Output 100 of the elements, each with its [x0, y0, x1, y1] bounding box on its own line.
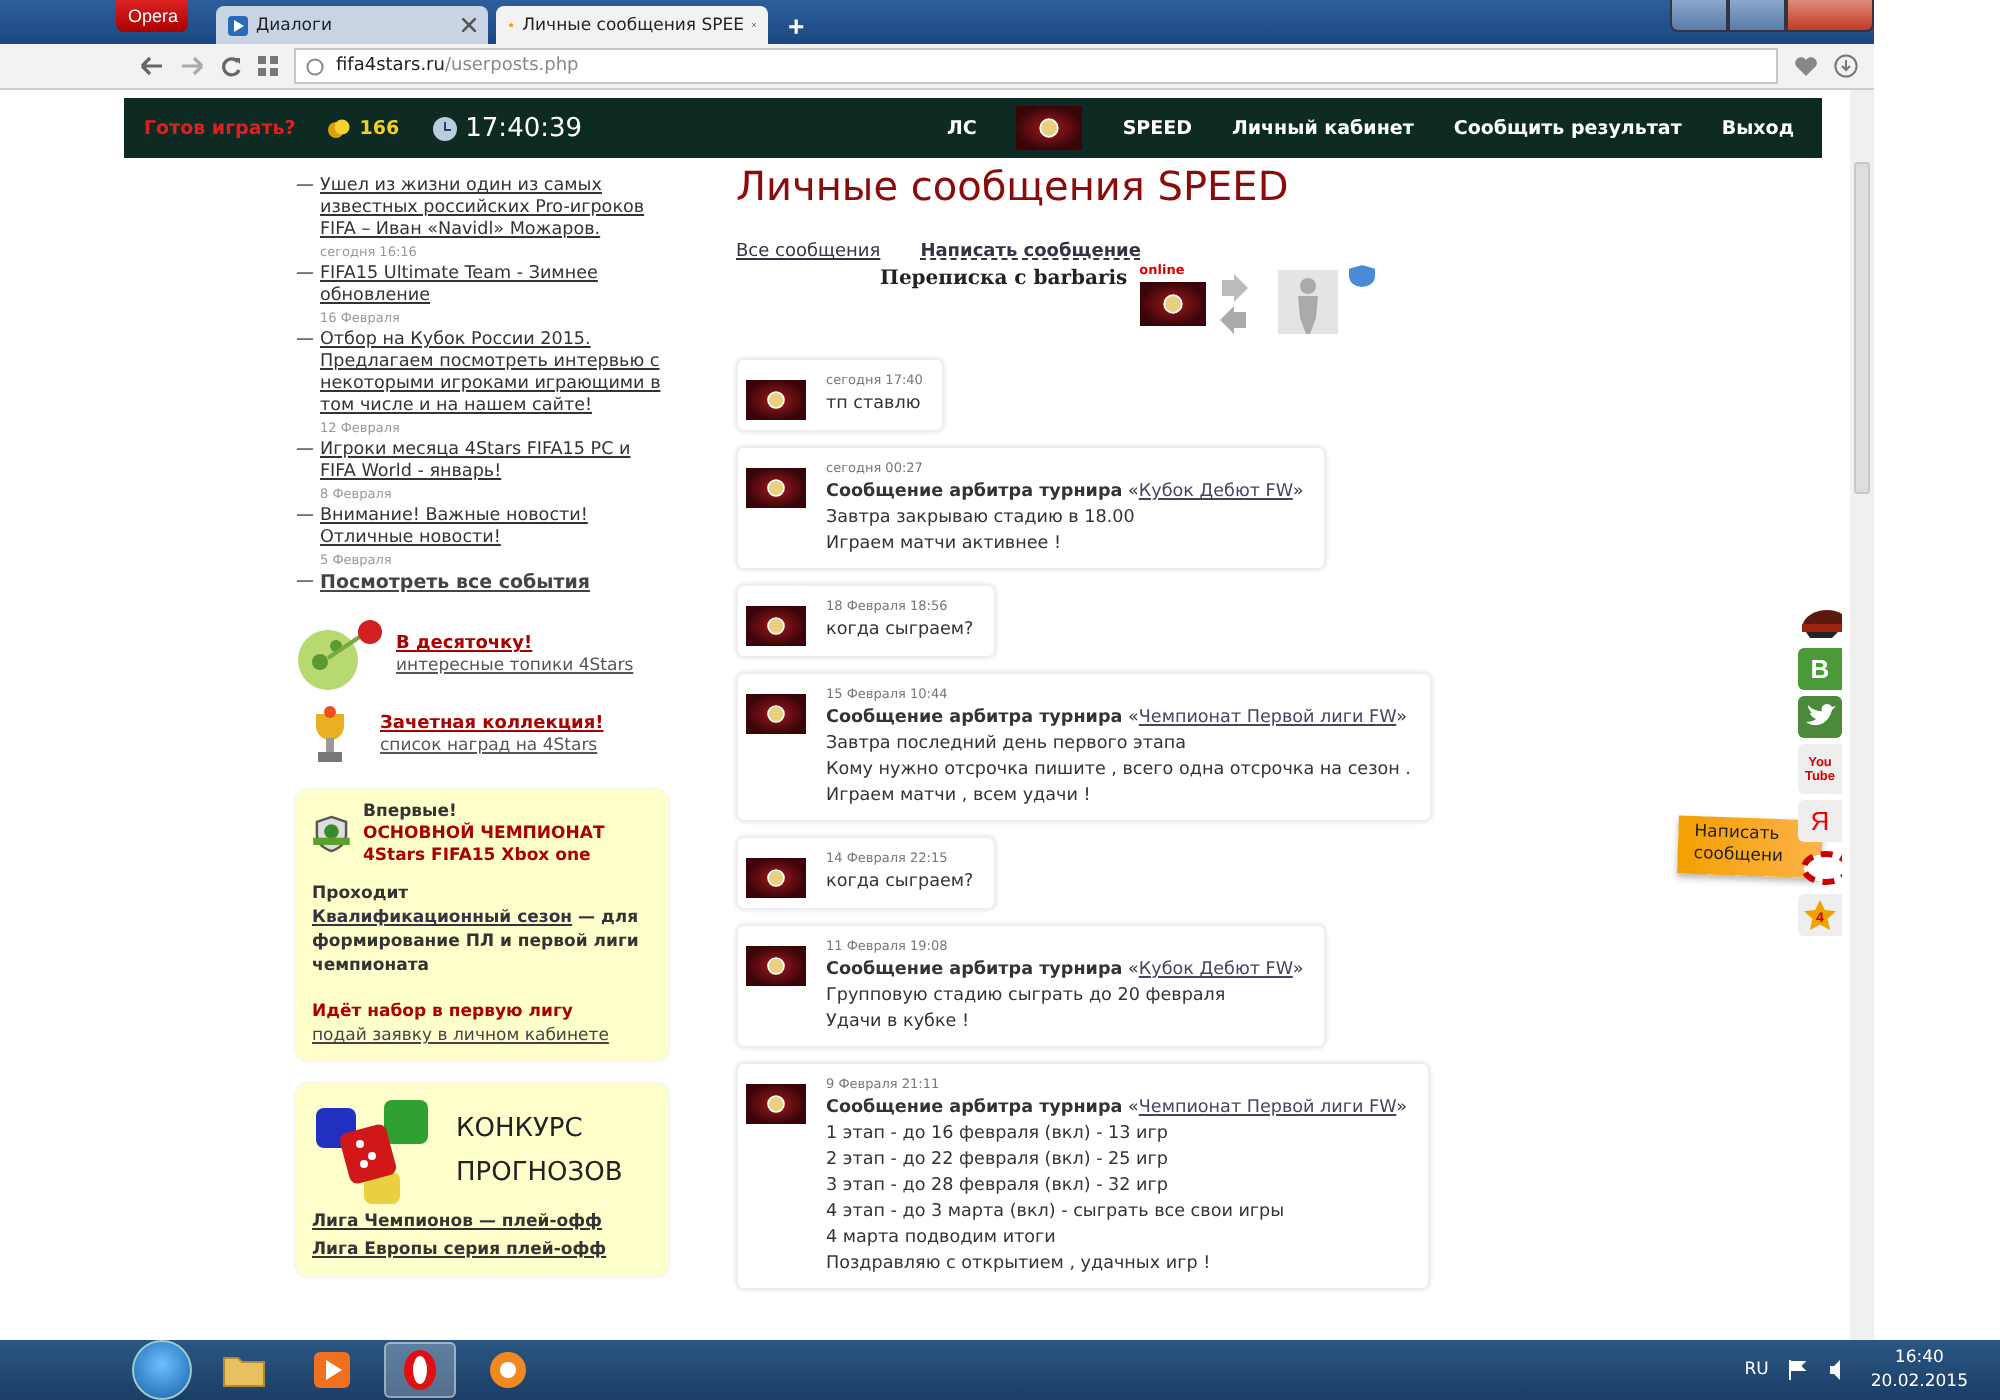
close-button[interactable]: [1786, 0, 1874, 32]
clock-time: 17:40:39: [465, 113, 583, 143]
news-link[interactable]: Ушел из жизни один из самых известных российских Pro-игроков FIFA – Иван «Navidl» Можаров.: [320, 176, 668, 242]
news-link[interactable]: Игроки месяца 4Stars FIFA15 PC и FIFA World - январь!: [320, 440, 668, 484]
user-avatar: [1139, 282, 1206, 326]
nav-link[interactable]: Личный кабинет: [1231, 117, 1414, 139]
recruitment-notice: Идёт набор в первую лигу: [312, 1000, 575, 1024]
media-player-icon: [312, 1350, 352, 1390]
lifebuoy-icon[interactable]: [1798, 848, 1842, 888]
start-button[interactable]: [132, 1340, 192, 1400]
message-text: Завтра закрываю стадию в 18.00: [826, 506, 1137, 532]
arbiter-heading: Сообщение арбитра турнира «Кубок Дебют FW»: [826, 480, 1304, 506]
back-icon[interactable]: [140, 56, 164, 76]
download-icon[interactable]: [1834, 54, 1858, 78]
dash-bullet: —: [296, 264, 314, 288]
tournament-link[interactable]: Чемпионат Первой лиги FW: [1138, 1098, 1397, 1118]
nav-link[interactable]: ЛС: [946, 117, 977, 139]
contest-title: КОНКУРС ПРОГНОЗОВ: [456, 1112, 625, 1192]
vk-button[interactable]: B: [1798, 648, 1842, 690]
message-text: 3 этап - до 28 февраля (вкл) - 32 игр: [826, 1174, 1170, 1200]
message-text: тп ставлю: [826, 392, 923, 418]
message-text: когда сыграем?: [826, 870, 974, 896]
message-tab[interactable]: Все сообщения: [736, 242, 881, 262]
message-text: 2 этап - до 22 февраля (вкл) - 25 игр: [826, 1148, 1170, 1174]
message-tab[interactable]: Написать сообщение: [920, 242, 1141, 262]
shield-badge-icon: [1345, 262, 1378, 290]
card-description: Проходит Квалификационный сезон — для формирование ПЛ и первой лиги чемпионата: [312, 882, 641, 978]
card-intro: Впервые!: [362, 802, 459, 822]
close-tab-icon[interactable]: [462, 18, 476, 32]
message-text: когда сыграем?: [826, 618, 974, 644]
conversation-title: Переписка с barbaris: [880, 268, 1128, 290]
heart-icon[interactable]: [1794, 55, 1818, 77]
contest-link[interactable]: Лига Европы серия плей-офф: [312, 1236, 652, 1264]
nav-link[interactable]: Выход: [1721, 117, 1794, 139]
news-link[interactable]: Отбор на Кубок России 2015. Предлагаем посмотреть интервью с некоторыми игроками играющими в том числе и на нашем сайте!: [320, 330, 668, 418]
user-avatar: [1016, 106, 1083, 150]
play-favicon-icon: [228, 15, 248, 35]
message-text: 4 этап - до 3 марта (вкл) - сыграть все свои игры: [826, 1200, 1287, 1226]
message-text: Поздравляю с открытием , удачных игр !: [826, 1252, 1213, 1278]
page-title: Личные сообщения SPEED: [736, 162, 1291, 210]
message-text: 1 этап - до 16 февраля (вкл) - 13 игр: [826, 1122, 1170, 1148]
sender-avatar: [746, 606, 806, 646]
language-indicator[interactable]: RU: [1744, 1360, 1769, 1380]
sender-avatar: [746, 380, 806, 420]
message-text: Удачи в кубке !: [826, 1010, 972, 1036]
dash-bullet: —: [296, 330, 314, 354]
card-headline: ОСНОВНОЙ ЧЕМПИОНАТ 4Stars FIFA15 Xbox one: [362, 824, 607, 868]
swap-arrows-icon: [1217, 274, 1250, 334]
dash-bullet: —: [296, 506, 314, 530]
scrollbar[interactable]: [1850, 90, 1874, 1340]
promo-link[interactable]: В десяточку!: [396, 634, 634, 656]
tournament-link[interactable]: Кубок Дебют FW: [1138, 482, 1293, 502]
message-text: Кому нужно отсрочка пишите , всего одна отсрочка на сезон .: [826, 758, 1411, 784]
clock-icon: [431, 115, 458, 141]
circle-app-icon: [488, 1350, 528, 1390]
all-events-link[interactable]: Посмотреть все события: [320, 572, 591, 594]
browser-tab[interactable]: Диалоги: [216, 6, 488, 44]
player-silhouette-photo: [1277, 270, 1338, 334]
site-info-icon: [306, 57, 324, 75]
nav-link[interactable]: SPEED: [1122, 117, 1192, 139]
qualification-link[interactable]: Квалификационный сезон: [312, 908, 573, 928]
grid-icon[interactable]: [258, 56, 278, 76]
arbiter-heading: Сообщение арбитра турнира «Чемпионат Первой лиги FW»: [826, 1096, 1408, 1122]
arbiter-heading: Сообщение арбитра турнира «Кубок Дебют FW»: [826, 958, 1304, 984]
message-text: Завтра последний день первого этапа: [826, 732, 1189, 758]
dash-bullet: —: [296, 572, 314, 594]
promo-subtitle-link[interactable]: список наград на 4Stars: [380, 736, 604, 758]
dash-bullet: —: [296, 440, 314, 464]
opera-menu-button[interactable]: Opera: [116, 0, 189, 32]
sender-avatar: [746, 468, 806, 508]
reload-icon[interactable]: [220, 55, 242, 77]
tournament-link[interactable]: Кубок Дебют FW: [1138, 960, 1293, 980]
taskbar-app[interactable]: [384, 1342, 456, 1398]
flag-icon[interactable]: [1788, 1360, 1809, 1380]
address-field[interactable]: fifa4stars.ru/userposts.php: [294, 48, 1778, 84]
sender-avatar: [746, 858, 806, 898]
sender-avatar: [746, 694, 806, 734]
contest-link[interactable]: Лига Чемпионов — плей-офф: [312, 1208, 652, 1236]
yandex-button[interactable]: Я: [1798, 800, 1842, 842]
tray-clock[interactable]: 16:40 20.02.2015: [1870, 1346, 1968, 1394]
coins-icon: [327, 117, 350, 139]
message-text: Играем матчи , всем удачи !: [826, 784, 1093, 810]
browser-tab[interactable]: Личные сообщения SPEE: [496, 6, 768, 44]
tournament-link[interactable]: Чемпионат Первой лиги FW: [1138, 708, 1397, 728]
arbiter-heading: Сообщение арбитра турнира «Чемпионат Первой лиги FW»: [826, 706, 1410, 732]
minimize-button[interactable]: [1670, 0, 1728, 32]
news-link[interactable]: FIFA15 Ultimate Team - Зимнее обновление: [320, 264, 668, 308]
apply-link[interactable]: подай заявку в личном кабинете: [312, 1024, 652, 1048]
message-text: 4 марта подводим итоги: [826, 1226, 1058, 1252]
sender-avatar: [746, 1084, 806, 1124]
nav-link[interactable]: Сообщить результат: [1453, 117, 1682, 139]
promo-subtitle-link[interactable]: интересные топики 4Stars: [396, 656, 634, 678]
maximize-button[interactable]: [1728, 0, 1786, 32]
bird-icon[interactable]: [1798, 696, 1842, 738]
message-text: Играем матчи активнее !: [826, 532, 1064, 558]
new-tab-button[interactable]: +: [776, 10, 817, 42]
apple-target-icon: [296, 618, 388, 694]
promo-link[interactable]: Зачетная коллекция!: [380, 714, 604, 736]
news-link[interactable]: Внимание! Важные новости! Отличные новости!: [320, 506, 668, 550]
sender-avatar: [746, 946, 806, 986]
